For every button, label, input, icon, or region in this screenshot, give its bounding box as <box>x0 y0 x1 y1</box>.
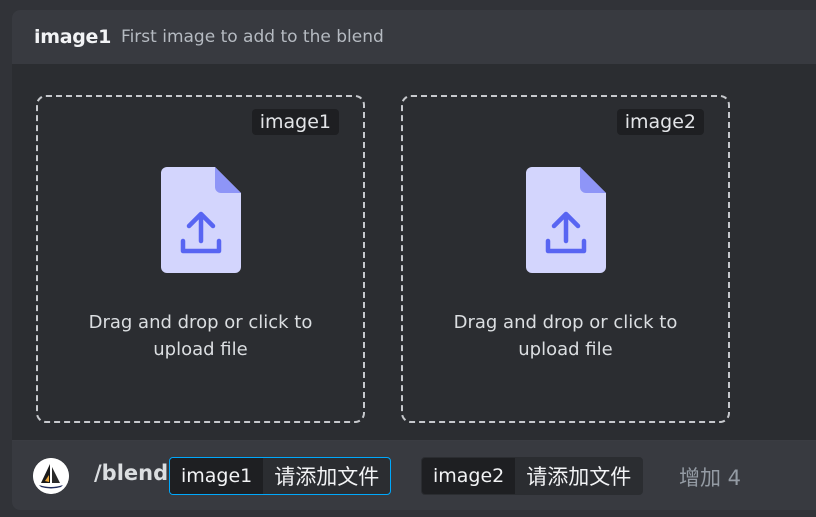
option-value: 请添加文件 <box>526 465 632 489</box>
more-options-button[interactable]: 增加 4 <box>679 462 741 492</box>
option-header: image1 First image to add to the blend <box>12 10 816 64</box>
option-key: image2 <box>422 458 516 494</box>
command-option-image2[interactable]: image2 请添加文件 <box>421 457 644 495</box>
command-option-image1[interactable]: image1 请添加文件 <box>169 457 392 495</box>
upload-hint: Drag and drop or click to upload file <box>453 312 678 360</box>
option-description: First image to add to the blend <box>121 27 384 47</box>
option-value: 请添加文件 <box>274 465 380 489</box>
bot-avatar-icon <box>33 458 69 494</box>
option-name: image1 <box>34 26 112 48</box>
slot-tag: image1 <box>251 109 339 135</box>
command-input-bar[interactable]: /blend image1 请添加文件 image2 请添加文件 增加 4 <box>12 441 816 510</box>
slash-command: /blend <box>94 461 169 485</box>
option-key: image1 <box>170 458 264 494</box>
blend-options-panel: image1 First image to add to the blend i… <box>12 10 816 510</box>
file-upload-icon <box>161 167 241 273</box>
slot-tag: image2 <box>616 109 704 135</box>
upload-hint: Drag and drop or click to upload file <box>88 312 313 360</box>
file-upload-icon <box>526 167 606 273</box>
upload-dropzone-image1[interactable]: image1 Drag and drop or click to upload … <box>36 95 365 423</box>
upload-dropzone-image2[interactable]: image2 Drag and drop or click to upload … <box>401 95 730 423</box>
